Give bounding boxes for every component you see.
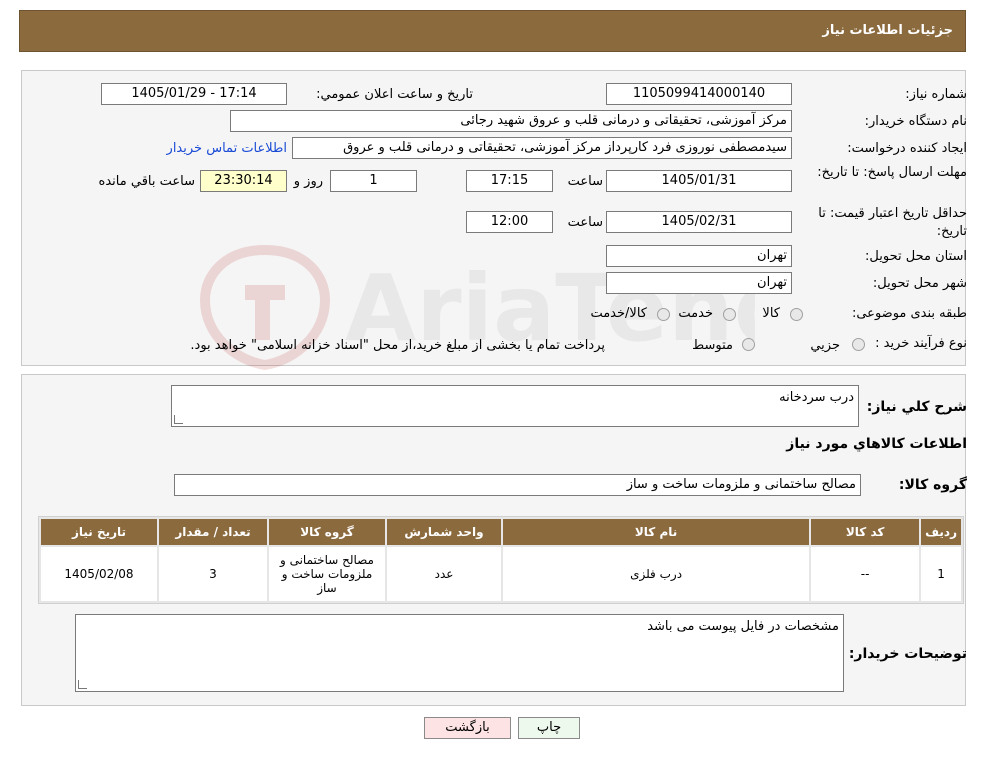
items-table: رديف کد کالا نام کالا واحد شمارش گروه کا… (38, 516, 964, 604)
print-button[interactable]: چاپ (518, 717, 580, 739)
resize-grip-icon[interactable] (174, 415, 183, 424)
col-need-date: تاريخ نياز (41, 519, 157, 545)
category-goods-service-label: کالا/خدمت (590, 306, 647, 321)
price-validity-label: حداقل تاريخ اعتبار قيمت: تا تاريخ: (818, 206, 967, 239)
category-label: طبقه بندی موضوعی: (851, 306, 967, 321)
category-goods-radio[interactable] (790, 308, 803, 321)
description-text: درب سردخانه (779, 390, 854, 405)
category-goods-label: کالا (762, 306, 780, 321)
city-field: تهران (606, 272, 792, 294)
goods-group-field: مصالح ساختمانی و ملزومات ساخت و ساز (174, 474, 861, 496)
time-left-field: 23:30:14 (200, 170, 287, 192)
cell-unit: عدد (387, 547, 501, 601)
description-textarea[interactable]: درب سردخانه (171, 385, 859, 427)
resize-grip-icon[interactable] (78, 680, 87, 689)
cell-goods-group: مصالح ساختمانی و ملزومات ساخت و ساز (269, 547, 385, 601)
cell-row-number: 1 (921, 547, 961, 601)
buyer-notes-label: توضيحات خريدار: (848, 646, 967, 662)
treasury-payment-note: پرداخت تمام يا بخشی از مبلغ خريد،از محل … (190, 338, 605, 353)
validity-time-label: ساعت (567, 215, 603, 230)
category-goods-service-radio[interactable] (657, 308, 670, 321)
validity-time-field: 12:00 (466, 211, 553, 233)
send-time-label: ساعت (567, 174, 603, 189)
items-info-heading: اطلاعات کالاهاي مورد نياز (786, 436, 967, 452)
send-time-field: 17:15 (466, 170, 553, 192)
province-label: استان محل تحويل: (865, 249, 967, 264)
page-header: جزئيات اطلاعات نياز (19, 10, 966, 52)
city-label: شهر محل تحويل: (872, 276, 967, 291)
cell-need-date: 1405/02/08 (41, 547, 157, 601)
page-title: جزئيات اطلاعات نياز (822, 23, 953, 38)
announce-datetime-field: 1405/01/29 - 17:14 (101, 83, 287, 105)
table-header-row: رديف کد کالا نام کالا واحد شمارش گروه کا… (41, 519, 961, 545)
purchase-medium-label: متوسط (692, 338, 733, 353)
purchase-type-label: نوع فرآيند خريد : (875, 336, 967, 351)
purchase-minor-label: جزيي (810, 338, 840, 353)
buyer-org-label: نام دستگاه خريدار: (864, 114, 967, 129)
purchase-minor-radio[interactable] (852, 338, 865, 351)
buyer-notes-text: مشخصات در فایل پیوست می باشد (647, 619, 839, 634)
days-left-field: 1 (330, 170, 417, 192)
goods-group-label: گروه کالا: (898, 477, 967, 493)
remaining-label: ساعت باقي مانده (98, 174, 195, 189)
send-deadline-label: مهلت ارسال پاسخ: تا تاريخ: (817, 165, 967, 180)
cell-item-name: درب فلزی (503, 547, 810, 601)
col-row-number: رديف (921, 519, 961, 545)
col-item-code: کد کالا (811, 519, 920, 545)
category-service-label: خدمت (678, 306, 713, 321)
col-goods-group: گروه کالا (269, 519, 385, 545)
purchase-medium-radio[interactable] (742, 338, 755, 351)
buyer-org-field: مرکز آموزشی، تحقیقاتی و درمانی قلب و عرو… (230, 110, 792, 132)
table-row: 1 -- درب فلزی عدد مصالح ساختمانی و ملزوم… (41, 547, 961, 601)
back-button[interactable]: بازگشت (424, 717, 511, 739)
province-field: تهران (606, 245, 792, 267)
buyer-notes-textarea[interactable]: مشخصات در فایل پیوست می باشد (75, 614, 844, 692)
cell-quantity: 3 (159, 547, 267, 601)
cell-item-code: -- (811, 547, 920, 601)
need-number-label: شماره نياز: (905, 87, 967, 102)
category-service-radio[interactable] (723, 308, 736, 321)
need-number-field: 1105099414000140 (606, 83, 792, 105)
validity-date-field: 1405/02/31 (606, 211, 792, 233)
send-date-field: 1405/01/31 (606, 170, 792, 192)
contact-buyer-link[interactable]: اطلاعات تماس خريدار (167, 141, 287, 156)
col-item-name: نام کالا (503, 519, 810, 545)
requester-label: ايجاد کننده درخواست: (847, 141, 967, 156)
description-label: شرح کلي نياز: (866, 399, 967, 415)
requester-field: سیدمصطفی نوروزی فرد کارپرداز مرکز آموزشی… (292, 137, 792, 159)
day-and-label: روز و (293, 174, 323, 189)
col-quantity: تعداد / مقدار (159, 519, 267, 545)
announce-datetime-label: تاريخ و ساعت اعلان عمومي: (316, 87, 473, 102)
col-unit: واحد شمارش (387, 519, 501, 545)
